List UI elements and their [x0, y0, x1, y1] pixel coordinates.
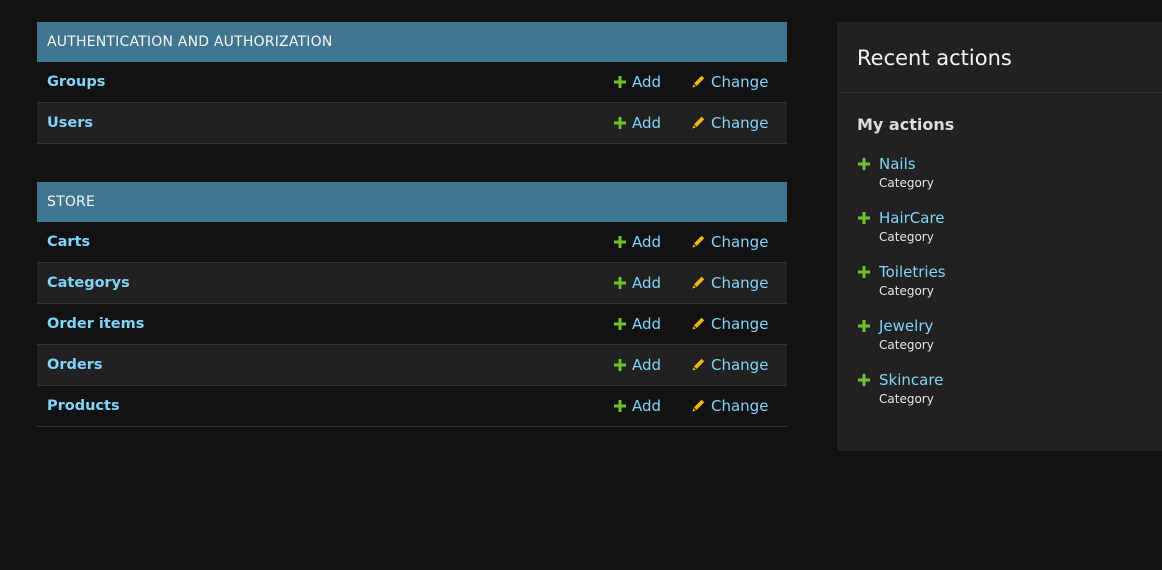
- recent-actions-title: Recent actions: [837, 22, 1162, 93]
- action-link-jewelry[interactable]: Jewelry: [879, 316, 946, 336]
- pencil-icon: [692, 116, 705, 129]
- change-label: Change: [711, 356, 769, 374]
- action-link-nails[interactable]: Nails: [879, 154, 946, 174]
- model-link-groups[interactable]: Groups: [47, 62, 105, 103]
- users-change-link[interactable]: Change: [692, 103, 768, 144]
- plus-icon: [858, 266, 870, 278]
- change-label: Change: [711, 73, 769, 91]
- model-link-order-items[interactable]: Order items: [47, 304, 144, 345]
- plus-icon: [614, 318, 626, 330]
- categorys-add-link[interactable]: Add: [614, 263, 661, 304]
- plus-icon: [858, 212, 870, 224]
- orders-change-link[interactable]: Change: [692, 345, 768, 386]
- action-type: Category: [879, 284, 934, 298]
- groups-add-link[interactable]: Add: [614, 62, 661, 103]
- action-item-skincare: Skincare Category: [857, 370, 946, 424]
- model-link-carts[interactable]: Carts: [47, 222, 90, 263]
- model-row-users: Users Add Change: [37, 103, 787, 144]
- change-label: Change: [711, 315, 769, 333]
- users-add-link[interactable]: Add: [614, 103, 661, 144]
- add-label: Add: [632, 274, 662, 292]
- action-item-nails: Nails Category: [857, 154, 946, 208]
- model-link-orders[interactable]: Orders: [47, 345, 102, 386]
- pencil-icon: [692, 75, 705, 88]
- plus-icon: [614, 76, 626, 88]
- pencil-icon: [692, 358, 705, 371]
- model-row-carts: Carts Add Change: [37, 222, 787, 263]
- carts-change-link[interactable]: Change: [692, 222, 768, 263]
- action-link-skincare[interactable]: Skincare: [879, 370, 946, 390]
- pencil-icon: [692, 317, 705, 330]
- model-link-users[interactable]: Users: [47, 103, 93, 144]
- add-label: Add: [632, 356, 662, 374]
- plus-icon: [614, 400, 626, 412]
- action-list: Nails Category HairCare Category Toiletr…: [857, 154, 946, 424]
- change-label: Change: [711, 233, 769, 251]
- module-store: STORE Carts Add Change Categorys Add Cha…: [37, 182, 787, 427]
- change-label: Change: [711, 114, 769, 132]
- groups-change-link[interactable]: Change: [692, 62, 768, 103]
- admin-index-page: AUTHENTICATION AND AUTHORIZATION Groups …: [0, 0, 1162, 570]
- module-header-auth[interactable]: AUTHENTICATION AND AUTHORIZATION: [37, 22, 787, 62]
- model-link-products[interactable]: Products: [47, 386, 120, 427]
- model-row-products: Products Add Change: [37, 386, 787, 427]
- action-type: Category: [879, 392, 934, 406]
- orders-add-link[interactable]: Add: [614, 345, 661, 386]
- pencil-icon: [692, 235, 705, 248]
- plus-icon: [858, 320, 870, 332]
- change-label: Change: [711, 274, 769, 292]
- add-label: Add: [632, 114, 662, 132]
- plus-icon: [614, 359, 626, 371]
- action-link-haircare[interactable]: HairCare: [879, 208, 946, 228]
- action-item-haircare: HairCare Category: [857, 208, 946, 262]
- add-label: Add: [632, 315, 662, 333]
- add-label: Add: [632, 233, 662, 251]
- categorys-change-link[interactable]: Change: [692, 263, 768, 304]
- plus-icon: [614, 117, 626, 129]
- products-change-link[interactable]: Change: [692, 386, 768, 427]
- recent-actions-panel: Recent actions My actions Nails Category…: [837, 22, 1162, 451]
- action-item-jewelry: Jewelry Category: [857, 316, 946, 370]
- order-items-add-link[interactable]: Add: [614, 304, 661, 345]
- my-actions-heading: My actions: [857, 115, 955, 134]
- app-modules: AUTHENTICATION AND AUTHORIZATION Groups …: [37, 22, 787, 465]
- model-row-orders: Orders Add Change: [37, 345, 787, 386]
- add-label: Add: [632, 397, 662, 415]
- pencil-icon: [692, 399, 705, 412]
- plus-icon: [858, 374, 870, 386]
- module-auth: AUTHENTICATION AND AUTHORIZATION Groups …: [37, 22, 787, 144]
- model-row-order-items: Order items Add Change: [37, 304, 787, 345]
- plus-icon: [614, 277, 626, 289]
- add-label: Add: [632, 73, 662, 91]
- action-type: Category: [879, 338, 934, 352]
- action-link-toiletries[interactable]: Toiletries: [879, 262, 946, 282]
- pencil-icon: [692, 276, 705, 289]
- action-type: Category: [879, 176, 934, 190]
- carts-add-link[interactable]: Add: [614, 222, 661, 263]
- model-link-categorys[interactable]: Categorys: [47, 263, 130, 304]
- order-items-change-link[interactable]: Change: [692, 304, 768, 345]
- module-header-store[interactable]: STORE: [37, 182, 787, 222]
- action-type: Category: [879, 230, 934, 244]
- model-row-categorys: Categorys Add Change: [37, 263, 787, 304]
- products-add-link[interactable]: Add: [614, 386, 661, 427]
- plus-icon: [858, 158, 870, 170]
- action-item-toiletries: Toiletries Category: [857, 262, 946, 316]
- model-row-groups: Groups Add Change: [37, 62, 787, 103]
- change-label: Change: [711, 397, 769, 415]
- plus-icon: [614, 236, 626, 248]
